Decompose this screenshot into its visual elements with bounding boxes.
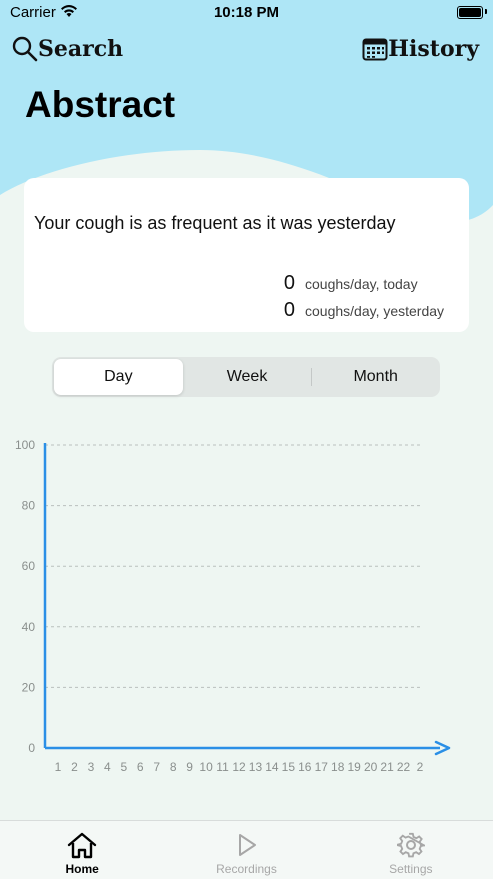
tab-bar: Home Recordings Settings — [0, 820, 493, 879]
tab-settings-label: Settings — [389, 862, 433, 876]
search-label: Search — [38, 36, 124, 62]
battery-tip — [485, 9, 487, 14]
x-tick-label: 16 — [298, 760, 312, 774]
tab-recordings[interactable]: Recordings — [164, 821, 328, 879]
y-tick-label: 20 — [22, 680, 36, 694]
segment-day[interactable]: Day — [54, 359, 183, 395]
x-tick-label: 18 — [331, 760, 345, 774]
play-icon — [239, 834, 257, 856]
x-tick-label: 15 — [282, 760, 296, 774]
today-label: coughs/day, today — [305, 276, 418, 292]
stat-today: 0 coughs/day, today — [284, 272, 455, 295]
x-tick-label: 6 — [137, 760, 144, 774]
calendar-icon — [362, 38, 388, 61]
cough-chart: 0204060801001 2 3 4 5 6 7 8 9 10 11 12 13 14 15 16 17 18 1… — [15, 438, 451, 774]
tab-recordings-label: Recordings — [216, 862, 277, 876]
status-bar: Carrier 10:18 PM — [0, 0, 493, 26]
history-label: History — [388, 36, 479, 62]
segment-month[interactable]: Month — [311, 359, 440, 395]
search-icon — [12, 36, 38, 62]
y-tick-label: 40 — [22, 620, 36, 634]
period-segmented-control: Day Week Month — [52, 357, 440, 397]
x-tick-label: 11 — [216, 760, 229, 774]
clock: 10:18 PM — [213, 4, 280, 21]
x-tick-label: 12 — [232, 760, 246, 774]
x-tick-label: 8 — [170, 760, 177, 774]
yesterday-label: coughs/day, yesterday — [305, 303, 445, 319]
x-tick-label: 10 — [199, 760, 213, 774]
x-tick-label: 19 — [348, 760, 362, 774]
x-tick-label: 14 — [265, 760, 279, 774]
battery-icon — [457, 6, 483, 19]
x-tick-label: 4 — [104, 760, 111, 774]
x-tick-label: 20 — [364, 760, 378, 774]
x-tick-label: 7 — [153, 760, 160, 774]
x-tick-label: 17 — [315, 760, 329, 774]
x-tick-label: 9 — [186, 760, 193, 774]
x-tick-label: 2 — [417, 760, 424, 774]
history-button[interactable]: History — [362, 36, 479, 62]
x-tick-label: 13 — [249, 760, 263, 774]
tab-home[interactable]: Home — [0, 821, 164, 879]
x-tick-label: 22 — [397, 760, 411, 774]
y-tick-label: 0 — [28, 741, 35, 755]
page-title: Abstract — [25, 84, 176, 125]
summary-message: Your cough is as frequent as it was yest… — [34, 213, 396, 233]
y-tick-label: 100 — [15, 438, 35, 452]
x-tick-label: 3 — [88, 760, 95, 774]
summary-card: Your cough is as frequent as it was yest… — [24, 178, 469, 332]
search-button[interactable]: Search — [12, 36, 123, 62]
tab-home-label: Home — [65, 862, 99, 876]
today-count: 0 — [283, 272, 295, 294]
x-tick-label: 21 — [380, 760, 394, 774]
x-tick-label: 5 — [120, 760, 127, 774]
y-tick-label: 60 — [22, 559, 36, 573]
house-icon — [67, 832, 97, 859]
x-tick-label: 1 — [55, 760, 62, 774]
tab-settings[interactable]: Settings — [329, 821, 493, 879]
stat-yesterday: 0 coughs/day, yesterday — [284, 299, 455, 322]
segment-week[interactable]: Week — [183, 359, 312, 395]
x-tick-label: 2 — [71, 760, 78, 774]
yesterday-count: 0 — [283, 299, 295, 321]
y-tick-label: 80 — [22, 499, 36, 513]
gear-icon — [396, 832, 425, 858]
